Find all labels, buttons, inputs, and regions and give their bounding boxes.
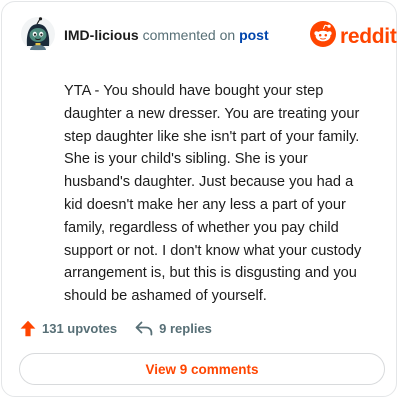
reply-stat[interactable]: 9 replies bbox=[135, 321, 212, 336]
avatar-icon[interactable] bbox=[20, 16, 56, 52]
reply-count: 9 replies bbox=[159, 321, 212, 336]
comment-header: IMD-licious commented on post bbox=[64, 26, 269, 44]
comment-stats: 131 upvotes 9 replies bbox=[20, 320, 212, 337]
upvote-arrow-icon[interactable] bbox=[20, 320, 36, 337]
comment-body: YTA - You should have bought your step d… bbox=[64, 83, 362, 305]
reply-arrow-icon[interactable] bbox=[135, 321, 153, 336]
upvote-count: 131 upvotes bbox=[42, 321, 118, 336]
reddit-wordmark: reddit bbox=[340, 24, 397, 48]
post-link[interactable]: post bbox=[239, 27, 269, 43]
view-comments-button[interactable]: View 9 comments bbox=[19, 353, 385, 385]
reddit-logo-icon bbox=[310, 21, 336, 52]
action-text: commented on bbox=[142, 27, 236, 43]
author-username[interactable]: IMD-licious bbox=[64, 27, 139, 43]
reddit-brand[interactable]: reddit bbox=[310, 21, 397, 52]
upvote-stat[interactable]: 131 upvotes bbox=[20, 320, 117, 337]
comment-card: IMD-licious commented on post reddit YTA… bbox=[1, 1, 397, 397]
